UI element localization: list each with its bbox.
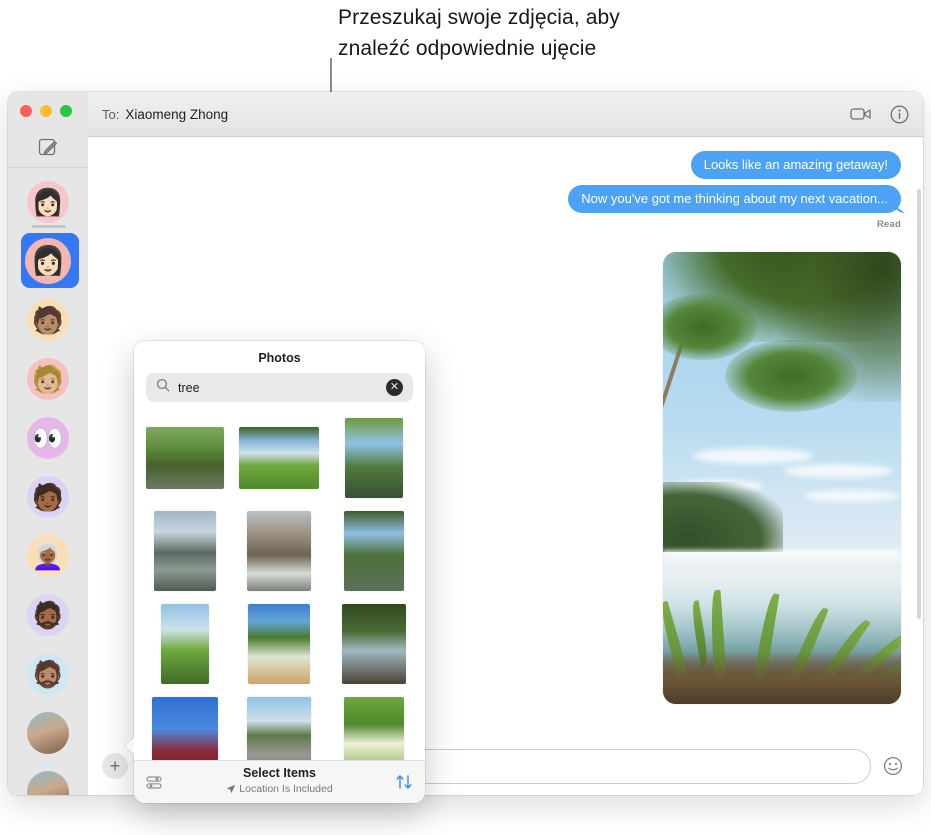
photo-cell[interactable]: [333, 602, 415, 685]
sidebar-item-memoji-person-sunglasses[interactable]: 🧑🏾: [8, 467, 88, 526]
palm-path-photo[interactable]: [341, 603, 406, 684]
callout-line-2: znaleźć odpowiednie ujęcie: [338, 37, 597, 60]
avatar: 👩🏻: [25, 237, 71, 284]
sidebar-item-memoji-man-beanie[interactable]: 🧔🏾: [8, 585, 88, 644]
to-label: To:: [102, 106, 120, 122]
sidebar-item-memoji-person-green-cap[interactable]: 🧑🏽: [8, 290, 88, 349]
sidebar: 👩🏻 👩🏻 🧑🏽 🧑🏼 👀 🧑🏾 👩🏾‍🦳 🧔🏾 🧔🏽: [8, 92, 88, 795]
sidebar-item-memoji-woman-glasses[interactable]: 👩🏻: [8, 172, 88, 231]
clear-circle-icon[interactable]: ✕: [386, 379, 403, 396]
message-row: Looks like an amazing getaway!: [110, 151, 901, 179]
conversation-header: To: Xiaomeng Zhong: [88, 92, 923, 137]
avatar: [27, 711, 69, 754]
message-bubble[interactable]: Looks like an amazing getaway!: [690, 151, 901, 179]
message-bubble[interactable]: Now you've got me thinking about my next…: [568, 185, 901, 213]
palm-tree-river-photo[interactable]: [344, 417, 403, 498]
photo-cell[interactable]: [333, 509, 415, 592]
avatar: 🧔🏾: [27, 593, 69, 636]
sliders-icon[interactable]: [146, 775, 162, 790]
message-row: Now you've got me thinking about my next…: [110, 185, 901, 213]
sidebar-item-photo-avatar-woman[interactable]: [8, 703, 88, 762]
photo-cell[interactable]: [144, 695, 226, 760]
window-controls: [20, 105, 72, 117]
select-items-label: Select Items: [243, 765, 316, 780]
read-receipt-row: Read: [110, 219, 901, 230]
photos-grid[interactable]: [134, 410, 425, 760]
smiley-face-icon[interactable]: [881, 754, 905, 778]
photos-popover: Photos tree ✕ Select Items Location Is I…: [125, 341, 425, 803]
close-button[interactable]: [20, 105, 32, 117]
avatar: [27, 770, 69, 795]
photos-search-field[interactable]: tree ✕: [146, 373, 413, 402]
avatar: 🧑🏽: [27, 298, 69, 341]
sidebar-item-memoji-woman-bob[interactable]: 👩🏻: [8, 225, 88, 290]
photo-cell[interactable]: [238, 416, 320, 499]
video-camera-icon[interactable]: [850, 106, 872, 122]
recipient-name[interactable]: Xiaomeng Zhong: [125, 107, 228, 122]
avatar: 🧑🏾: [27, 475, 69, 518]
photo-cell[interactable]: [144, 416, 226, 499]
coastal-rocks-photo[interactable]: [247, 510, 312, 591]
avatar: 👀: [27, 416, 69, 459]
vertical-scrollbar[interactable]: [917, 189, 921, 737]
info-circle-icon[interactable]: [890, 105, 909, 124]
forest-rocks-photo[interactable]: [146, 426, 225, 489]
avatar: 👩🏾‍🦳: [27, 534, 69, 577]
read-receipt: Read: [876, 219, 901, 230]
photo-cell[interactable]: [238, 509, 320, 592]
photo-cell[interactable]: [238, 695, 320, 760]
sidebar-item-memoji-eyes[interactable]: 👀: [8, 408, 88, 467]
avatar: 🧑🏼: [27, 357, 69, 400]
footer-labels: Select Items Location Is Included: [134, 766, 425, 799]
sidebar-item-memoji-woman-gray-hair[interactable]: 👩🏾‍🦳: [8, 526, 88, 585]
callout-line-1: Przeszukaj swoje zdjęcia, aby: [338, 6, 620, 29]
sidebar-divider: [8, 167, 88, 168]
location-arrow-icon: [226, 781, 236, 799]
photo-cell[interactable]: [333, 416, 415, 499]
sidebar-item-photo-avatar-person[interactable]: [8, 762, 88, 795]
callout-text: Przeszukaj swoje zdjęcia, aby znaleźć od…: [338, 2, 758, 64]
plus-icon[interactable]: +: [102, 753, 128, 779]
minimize-button[interactable]: [40, 105, 52, 117]
palm-grass-photo[interactable]: [161, 603, 210, 684]
photo-cell[interactable]: [238, 602, 320, 685]
photo-cell[interactable]: [144, 602, 226, 685]
jungle-river-photo[interactable]: [343, 510, 404, 591]
avatar: 🧔🏽: [27, 652, 69, 695]
dog-in-flowers-photo[interactable]: [248, 603, 311, 684]
sidebar-item-memoji-man-beard[interactable]: 🧔🏽: [8, 644, 88, 703]
red-leaves-sky-photo[interactable]: [152, 696, 219, 760]
location-included-label: Location Is Included: [239, 783, 333, 795]
meadow-trees-photo[interactable]: [239, 426, 320, 489]
sidebar-item-memoji-person-glasses[interactable]: 🧑🏼: [8, 349, 88, 408]
compose-icon[interactable]: [37, 136, 59, 158]
attached-photo[interactable]: [663, 252, 901, 704]
popover-footer: Select Items Location Is Included: [134, 760, 425, 803]
white-flower-photo[interactable]: [343, 696, 404, 760]
popover-title: Photos: [258, 351, 301, 365]
scrollbar-thumb[interactable]: [917, 189, 921, 619]
avatar: 👩🏻: [27, 180, 69, 223]
search-container: tree ✕: [134, 373, 425, 410]
magnifying-glass-icon: [156, 378, 170, 397]
beach-shore-photo[interactable]: [247, 696, 312, 760]
photo-cell[interactable]: [144, 509, 226, 592]
conversation-list: 👩🏻 👩🏻 🧑🏽 🧑🏼 👀 🧑🏾 👩🏾‍🦳 🧔🏾 🧔🏽: [8, 172, 88, 795]
zoom-button[interactable]: [60, 105, 72, 117]
sea-cliffs-photo[interactable]: [154, 510, 217, 591]
photos-search-input[interactable]: tree: [178, 381, 386, 395]
photo-cell[interactable]: [333, 695, 415, 760]
drag-handle[interactable]: [32, 225, 66, 228]
up-down-arrows-icon[interactable]: [395, 774, 413, 790]
